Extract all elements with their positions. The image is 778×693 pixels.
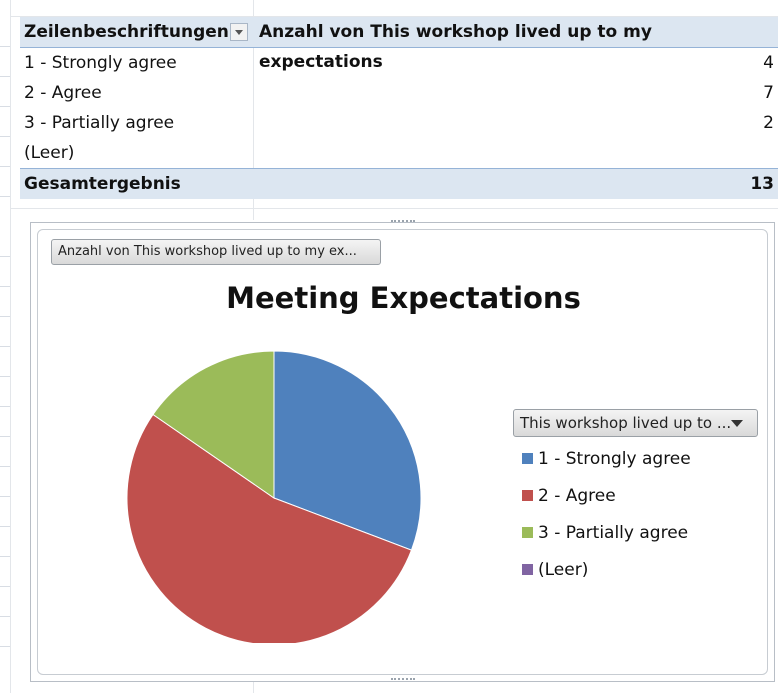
pivot-row[interactable]: (Leer) (20, 138, 778, 168)
row-filter-dropdown[interactable] (230, 23, 248, 41)
legend-item[interactable]: 1 - Strongly agree (522, 448, 691, 470)
row-marker (0, 316, 10, 317)
pivot-row-label: 3 - Partially agree (24, 113, 175, 133)
row-marker (0, 286, 10, 287)
row-marker (0, 586, 10, 587)
chart-resize-handle-top[interactable] (391, 220, 415, 226)
row-marker (0, 106, 10, 107)
pivot-row-value: 4 (763, 53, 774, 73)
chart-title[interactable]: Meeting Expectations (31, 281, 776, 315)
legend-item[interactable]: (Leer) (522, 559, 588, 581)
pivot-table: Zeilenbeschriftungen Anzahl von This wor… (20, 17, 778, 199)
pivot-chart[interactable]: Anzahl von This workshop lived up to my … (30, 220, 776, 684)
grid-line (10, 208, 778, 209)
legend-swatch (522, 453, 533, 464)
pivot-row-label: 2 - Agree (24, 83, 102, 103)
legend-field-button[interactable]: This workshop lived up to ... (513, 409, 758, 437)
legend-swatch (522, 527, 533, 538)
value-field-button[interactable]: Anzahl von This workshop lived up to my … (51, 239, 381, 265)
legend-label: (Leer) (538, 560, 589, 580)
row-marker (0, 496, 10, 497)
legend-field-label: This workshop lived up to ... (520, 414, 732, 432)
row-marker (0, 196, 10, 197)
row-marker (0, 526, 10, 527)
legend-swatch (522, 490, 533, 501)
chart-resize-handle-bottom[interactable] (391, 678, 415, 684)
row-marker (0, 76, 10, 77)
pivot-row[interactable]: 2 - Agree 7 (20, 78, 778, 108)
row-marker (0, 376, 10, 377)
grid-line (253, 682, 254, 693)
row-marker (0, 406, 10, 407)
pie-chart[interactable] (121, 343, 421, 643)
row-marker (0, 646, 10, 647)
grand-total-value: 13 (750, 174, 774, 194)
grid-line (10, 0, 11, 693)
legend-item[interactable]: 2 - Agree (522, 485, 616, 507)
pivot-row-label: 1 - Strongly agree (24, 53, 177, 73)
row-marker (0, 136, 10, 137)
legend-item[interactable]: 3 - Partially agree (522, 522, 688, 544)
legend-label: 1 - Strongly agree (538, 449, 691, 469)
legend-label: 2 - Agree (538, 486, 616, 506)
pivot-row-value: 2 (763, 113, 774, 133)
row-marker (0, 346, 10, 347)
row-marker (0, 466, 10, 467)
row-marker (0, 616, 10, 617)
row-labels-header: Zeilenbeschriftungen (24, 22, 229, 42)
row-marker (0, 166, 10, 167)
pivot-row-label: (Leer) (24, 143, 75, 163)
legend-swatch (522, 564, 533, 575)
pivot-row-value: 7 (763, 83, 774, 103)
pivot-total-row[interactable]: Gesamtergebnis 13 (20, 168, 778, 199)
grand-total-label: Gesamtergebnis (24, 174, 181, 194)
row-marker (0, 256, 10, 257)
pivot-row[interactable]: 1 - Strongly agree 4 (20, 48, 778, 78)
legend-label: 3 - Partially agree (538, 523, 689, 543)
pivot-row[interactable]: 3 - Partially agree 2 (20, 108, 778, 138)
pivot-header-row: Zeilenbeschriftungen Anzahl von This wor… (20, 17, 778, 72)
chevron-down-icon (731, 420, 743, 427)
row-marker (0, 46, 10, 47)
row-marker (0, 436, 10, 437)
row-marker (0, 556, 10, 557)
